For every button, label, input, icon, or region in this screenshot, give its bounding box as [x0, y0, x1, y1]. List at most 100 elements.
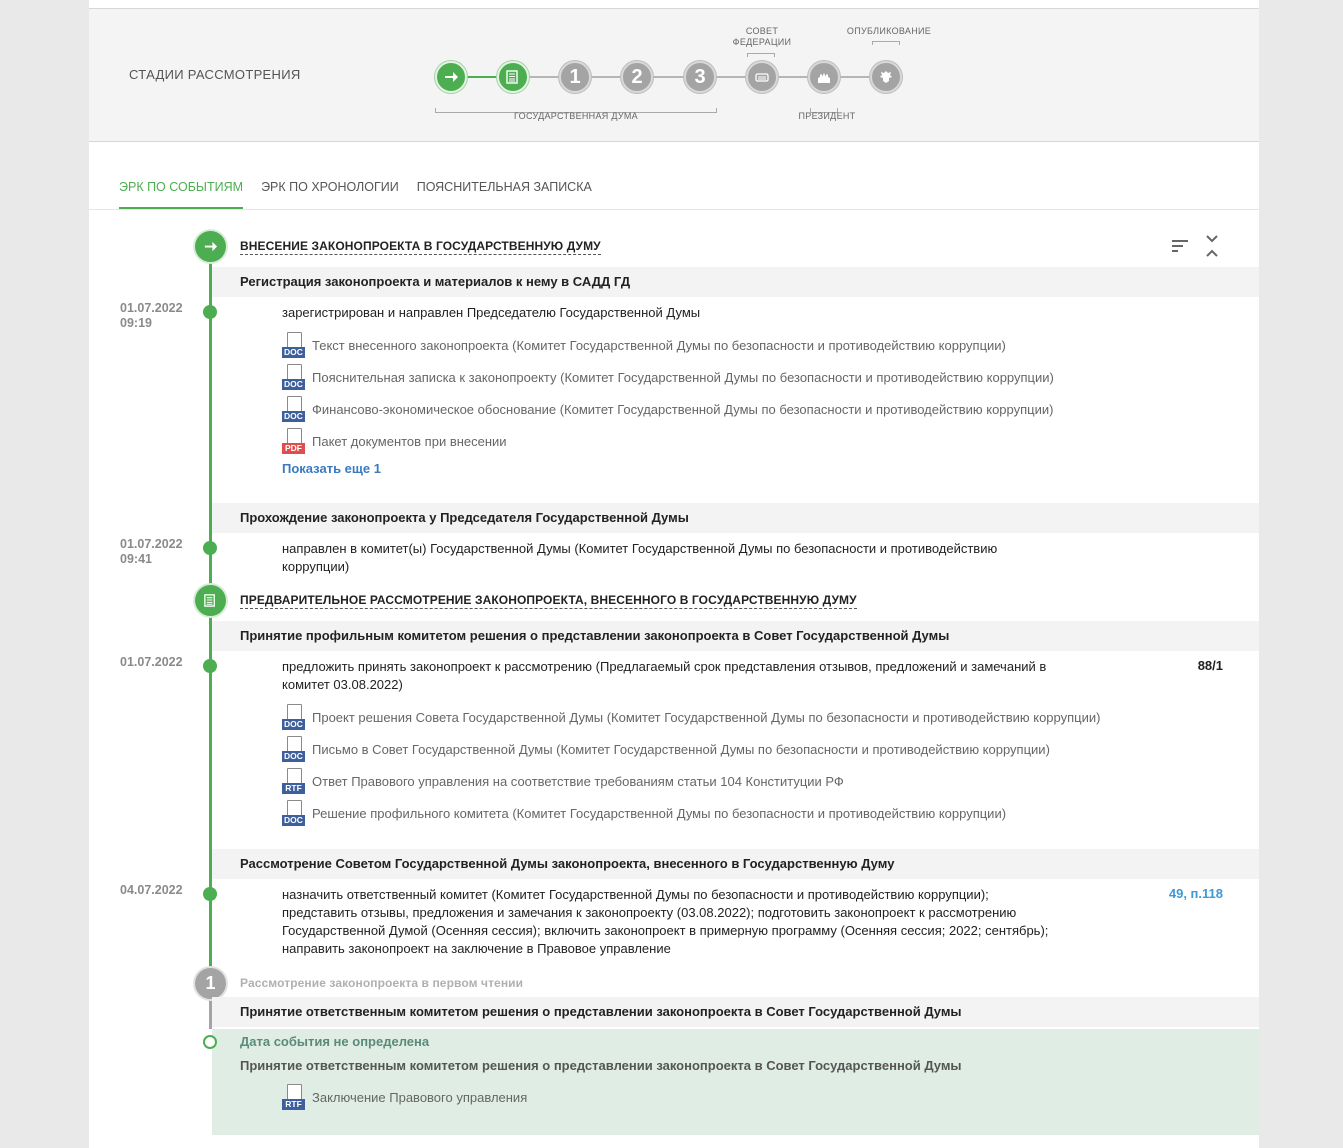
stage-number: 1 [205, 973, 216, 993]
text-line: Государственной Думой (Осенняя сессия); … [282, 923, 1049, 938]
document-link[interactable]: RTF Заключение Правового управления [282, 1084, 527, 1110]
tab-chronology[interactable]: ЭРК ПО ХРОНОЛОГИИ [261, 180, 399, 209]
event-subtitle: Принятие ответственным комитетом решения… [240, 1058, 962, 1073]
text-line: назначить ответственный комитет (Комитет… [282, 887, 989, 902]
sovet-bracket [747, 53, 775, 57]
document-label: Пакет документов при внесении [312, 433, 507, 449]
time-value: 09:41 [120, 552, 152, 566]
document-label: Финансово-экономическое обоснование (Ком… [312, 401, 1054, 417]
stage-marker-preliminary [195, 585, 226, 616]
document-label: Текст внесенного законопроекта (Комитет … [312, 337, 1006, 353]
pdf-file-icon: PDF [282, 428, 305, 454]
document-label: Заключение Правового управления [312, 1089, 528, 1105]
stage-publication[interactable] [870, 61, 902, 93]
stage-marker-introduction [195, 231, 226, 262]
session-protocol-link[interactable]: 49, п.118 [1169, 886, 1223, 901]
event-title: Рассмотрение Советом Государственной Дум… [212, 849, 1259, 879]
stage-heading-introduction[interactable]: ВНЕСЕНИЕ ЗАКОНОПРОЕКТА В ГОСУДАРСТВЕННУЮ… [240, 239, 601, 255]
event-date: 01.07.2022 09:19 [120, 301, 183, 331]
stage-preliminary[interactable] [497, 61, 529, 93]
event-dot-pending [203, 1035, 217, 1049]
page: СТАДИИ РАССМОТРЕНИЯ 1 2 3 ГОСУДАРСТВЕННА… [89, 0, 1259, 1148]
tabs: ЭРК ПО СОБЫТИЯМ ЭРК ПО ХРОНОЛОГИИ ПОЯСНИ… [119, 180, 610, 209]
stage-president[interactable] [808, 61, 840, 93]
stage-reading-1[interactable]: 1 [559, 61, 591, 93]
caption-sovet: СОВЕТ ФЕДЕРАЦИИ [732, 26, 792, 47]
doc-file-icon: DOC [282, 704, 305, 730]
stages-panel: СТАДИИ РАССМОТРЕНИЯ 1 2 3 ГОСУДАРСТВЕННА… [89, 8, 1259, 142]
document-link[interactable]: DOC Письмо в Совет Государственной Думы … [282, 736, 1050, 762]
time-value: 09:19 [120, 316, 152, 330]
event-dot [203, 305, 217, 319]
event-date: 04.07.2022 [120, 883, 183, 897]
stage-reading-2[interactable]: 2 [621, 61, 653, 93]
event-dot [203, 659, 217, 673]
event-title: Прохождение законопроекта у Председателя… [212, 503, 1259, 533]
event-date: 01.07.2022 09:41 [120, 537, 183, 567]
document-list-icon [204, 594, 215, 607]
stage-introduction[interactable] [435, 61, 467, 93]
doc-file-icon: DOC [282, 332, 305, 358]
event-title: Принятие профильным комитетом решения о … [212, 621, 1259, 651]
emblem-icon [880, 71, 892, 83]
stage-heading-reading-1[interactable]: Рассмотрение законопроекта в первом чтен… [240, 976, 523, 991]
event-date: 01.07.2022 [120, 655, 183, 669]
doc-file-icon: DOC [282, 364, 305, 390]
doc-file-icon: DOC [282, 800, 305, 826]
stage-heading-preliminary[interactable]: ПРЕДВАРИТЕЛЬНОЕ РАССМОТРЕНИЕ ЗАКОНОПРОЕК… [240, 593, 857, 609]
doc-file-icon: DOC [282, 396, 305, 422]
stage-reading-3[interactable]: 3 [684, 61, 716, 93]
rtf-file-icon: RTF [282, 1084, 305, 1110]
sort-icon[interactable] [1170, 236, 1190, 261]
kremlin-icon [818, 73, 830, 83]
text-line: направить законопроект на заключение в П… [282, 941, 671, 956]
caption-duma: ГОСУДАРСТВЕННАЯ ДУМА [513, 111, 638, 121]
stages-title: СТАДИИ РАССМОТРЕНИЯ [129, 67, 301, 82]
show-more-link[interactable]: Показать еще 1 [282, 461, 381, 476]
stage-marker-reading-1: 1 [195, 968, 226, 999]
date-undefined-label: Дата события не определена [240, 1034, 430, 1049]
arrow-right-icon [445, 72, 458, 82]
collapse-all-icon[interactable] [1202, 234, 1222, 263]
stage-number: 2 [631, 65, 643, 88]
tab-explanatory-note[interactable]: ПОЯСНИТЕЛЬНАЯ ЗАПИСКА [417, 180, 592, 209]
document-link[interactable]: DOC Пояснительная записка к законопроект… [282, 364, 1054, 390]
text-line: направлен в комитет(ы) Государственной Д… [282, 541, 998, 556]
tab-events[interactable]: ЭРК ПО СОБЫТИЯМ [119, 180, 244, 209]
document-link[interactable]: DOC Текст внесенного законопроекта (Коми… [282, 332, 1006, 358]
document-link[interactable]: PDF Пакет документов при внесении [282, 428, 507, 454]
document-link[interactable]: DOC Решение профильного комитета (Комите… [282, 800, 1006, 826]
rtf-file-icon: RTF [282, 768, 305, 794]
event-text: назначить ответственный комитет (Комитет… [282, 886, 1048, 958]
event-title: Принятие ответственным комитетом решения… [212, 997, 1259, 1027]
caption-publish: ОПУБЛИКОВАНИЕ [846, 26, 932, 36]
text-line: представить отзывы, предложения и замеча… [282, 905, 1017, 920]
document-link[interactable]: RTF Ответ Правового управления на соотве… [282, 768, 844, 794]
stage-federation-council[interactable] [746, 61, 778, 93]
event-text: направлен в комитет(ы) Государственной Д… [282, 540, 997, 576]
event-text: предложить принять законопроект к рассмо… [282, 658, 1046, 694]
publish-bracket [872, 41, 900, 45]
doc-file-icon: DOC [282, 736, 305, 762]
document-list-icon [506, 70, 518, 84]
document-label: Проект решения Совета Государственной Ду… [312, 709, 1101, 725]
document-label: Письмо в Совет Государственной Думы (Ком… [312, 741, 1050, 757]
arrow-right-icon [204, 241, 218, 252]
document-label: Решение профильного комитета (Комитет Го… [312, 805, 1007, 821]
date-value: 01.07.2022 [120, 301, 183, 315]
caption-president: ПРЕЗИДЕНТ [798, 111, 856, 121]
document-label: Пояснительная записка к законопроекту (К… [312, 369, 1054, 385]
text-line: предложить принять законопроект к рассмо… [282, 659, 1047, 674]
tabs-divider [89, 209, 1259, 210]
event-dot [203, 541, 217, 555]
event-title: Регистрация законопроекта и материалов к… [212, 267, 1259, 297]
date-value: 01.07.2022 [120, 537, 183, 551]
federation-council-icon [755, 73, 769, 82]
document-link[interactable]: DOC Финансово-экономическое обоснование … [282, 396, 1053, 422]
text-line: комитет 03.08.2022) [282, 677, 403, 692]
document-link[interactable]: DOC Проект решения Совета Государственно… [282, 704, 1100, 730]
decision-number: 88/1 [1197, 658, 1223, 673]
event-text: зарегистрирован и направлен Председателю… [282, 305, 701, 320]
stage-number: 1 [569, 65, 581, 88]
document-label: Ответ Правового управления на соответств… [312, 773, 844, 789]
